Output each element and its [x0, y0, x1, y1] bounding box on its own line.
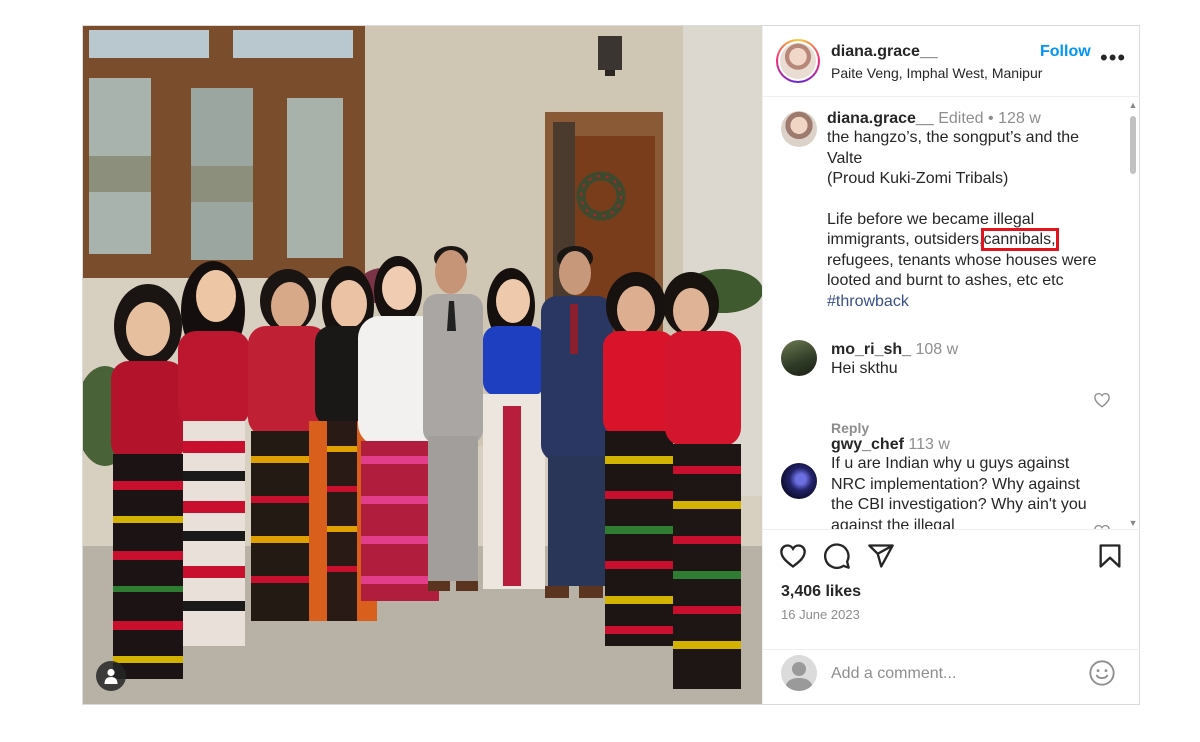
add-comment-bar — [763, 649, 1140, 705]
user-tag-icon[interactable] — [96, 661, 126, 691]
post-header: diana.grace__ Paite Veng, Imphal West, M… — [763, 26, 1140, 97]
instagram-post: diana.grace__ Paite Veng, Imphal West, M… — [82, 25, 1140, 705]
reply-button[interactable]: Reply — [831, 420, 869, 436]
commenter-avatar[interactable] — [781, 463, 817, 499]
comment-username[interactable]: mo_ri_sh_ — [831, 341, 911, 358]
comment-username[interactable]: gwy_chef — [831, 436, 904, 453]
comments-section[interactable]: diana.grace__ Edited • 128 w the hangzo’… — [763, 97, 1140, 529]
bookmark-icon[interactable] — [1096, 542, 1124, 570]
caption-author-avatar[interactable] — [781, 111, 817, 147]
share-icon[interactable] — [867, 542, 895, 570]
scroll-down-arrow-icon[interactable]: ▼ — [1128, 518, 1138, 528]
current-user-avatar — [781, 655, 817, 691]
comment-item: mo_ri_sh_ 108 w Hei skthu — [831, 341, 1101, 380]
post-location[interactable]: Paite Veng, Imphal West, Manipur — [831, 65, 1042, 81]
meta-separator: • — [988, 110, 994, 127]
comment-text: Hei skthu — [831, 360, 898, 377]
caption-text-post: refugees, tenants whose houses were loot… — [827, 251, 1097, 290]
heart-icon[interactable] — [779, 542, 807, 570]
add-comment-input[interactable] — [829, 660, 1073, 688]
like-count[interactable]: 3,406 likes — [781, 583, 861, 601]
comment-time[interactable]: 113 w — [908, 436, 950, 453]
caption-line-2: (Proud Kuki-Zomi Tribals) — [827, 170, 1009, 187]
post-side-panel: diana.grace__ Paite Veng, Imphal West, M… — [762, 26, 1140, 704]
post-photo[interactable] — [83, 26, 762, 704]
caption-time[interactable]: 128 w — [998, 110, 1041, 127]
edited-label: Edited — [938, 110, 984, 127]
emoji-icon[interactable] — [1088, 659, 1116, 687]
author-avatar[interactable] — [776, 39, 820, 83]
comment-time[interactable]: 108 w — [916, 341, 959, 358]
caption-username[interactable]: diana.grace__ — [827, 110, 934, 127]
like-comment-heart-icon[interactable] — [1093, 391, 1111, 409]
scroll-up-arrow-icon[interactable]: ▲ — [1128, 100, 1138, 110]
follow-button[interactable]: Follow — [1040, 43, 1091, 61]
scrollbar-thumb[interactable] — [1130, 116, 1136, 174]
caption-paragraph: Life before we became illegal immigrants… — [827, 210, 1102, 292]
post-date[interactable]: 16 June 2023 — [781, 607, 860, 622]
caption-line-1: the hangzo’s, the songput’s and the Valt… — [827, 129, 1080, 167]
author-username[interactable]: diana.grace__ — [831, 43, 938, 61]
more-icon[interactable]: ••• — [1100, 47, 1126, 69]
highlighted-word: cannibals, — [980, 228, 1059, 251]
comment-icon[interactable] — [823, 542, 851, 570]
comment-item: gwy_chef 113 w If u are Indian why u guy… — [831, 436, 1101, 529]
caption-block: diana.grace__ Edited • 128 w the hangzo’… — [827, 110, 1102, 312]
hashtag-link[interactable]: #throwback — [827, 292, 1102, 313]
post-actions: 3,406 likes 16 June 2023 — [763, 529, 1140, 650]
comment-text: If u are Indian why u guys against NRC i… — [831, 455, 1087, 529]
group-photo-illustration — [83, 26, 762, 704]
commenter-avatar[interactable] — [781, 340, 817, 376]
comments-scrollbar[interactable]: ▲ ▼ — [1128, 100, 1138, 528]
